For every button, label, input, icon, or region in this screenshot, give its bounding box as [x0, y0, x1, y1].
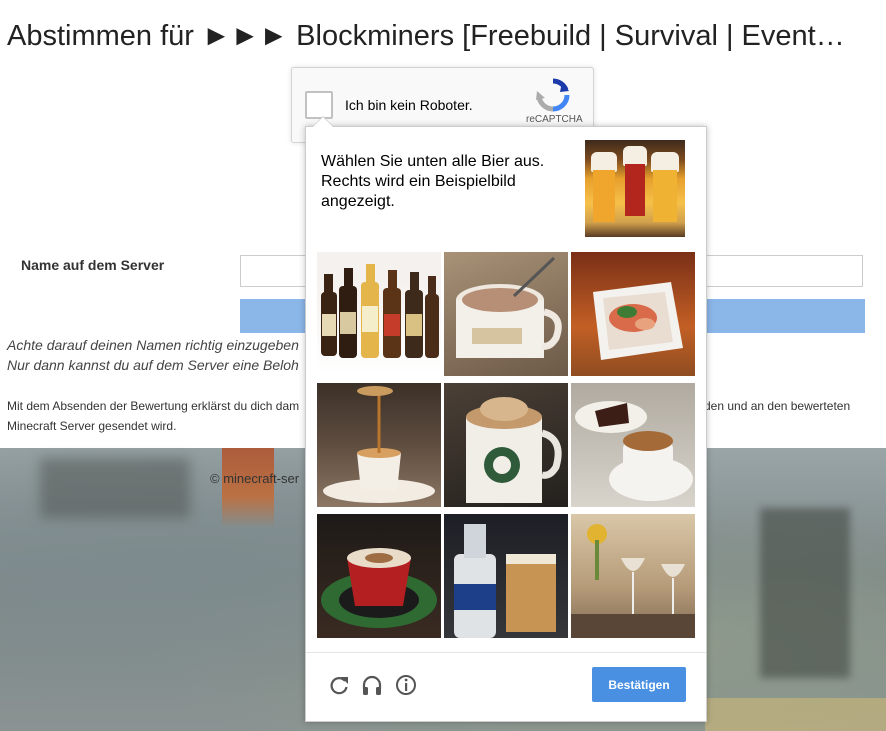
consent-line-1: Mit dem Absenden der Bewertung erklärst … — [7, 399, 300, 413]
page-title: Abstimmen für ►►► Blockminers [Freebuild… — [7, 20, 845, 52]
footer-copyright: © minecraft-ser — [210, 471, 300, 486]
recaptcha-checkbox[interactable] — [305, 91, 333, 119]
grid-tile-beer-bottles[interactable] — [317, 252, 441, 376]
recaptcha-challenge-popup: Wählen Sie unten alle Bier aus. Rechts w… — [305, 116, 707, 722]
headphones-icon[interactable] — [360, 673, 384, 697]
challenge-instruction: Wählen Sie unten alle Bier aus. Rechts w… — [321, 153, 545, 210]
consent-text: Mit dem Absenden der Bewertung erklärst … — [7, 396, 850, 436]
name-hint-line-2: Nur dann kannst du auf dem Server eine B… — [7, 357, 299, 373]
reload-icon[interactable] — [327, 673, 351, 697]
grid-tile-cocoa-mug[interactable] — [444, 252, 568, 376]
recaptcha-brand: reCAPTCHA — [526, 114, 583, 125]
recaptcha-logo-icon — [536, 78, 570, 112]
grid-tile-food-plate[interactable] — [571, 252, 695, 376]
grid-tile-beer-bottle-and-glass[interactable] — [444, 514, 568, 638]
consent-line-2: Minecraft Server gesendet wird. — [7, 419, 177, 433]
name-hint: Achte darauf deinen Namen richtig einzug… — [7, 335, 299, 375]
recaptcha-checkbox-label: Ich bin kein Roboter. — [345, 97, 473, 113]
grid-tile-coffee-and-cake[interactable] — [571, 383, 695, 507]
info-icon[interactable] — [394, 673, 418, 697]
name-hint-line-1: Achte darauf deinen Namen richtig einzug… — [7, 337, 299, 353]
image-grid — [317, 252, 695, 638]
grid-tile-wine-glasses-table[interactable] — [571, 514, 695, 638]
name-label: Name auf dem Server — [21, 257, 165, 273]
verify-button[interactable]: Bestätigen — [592, 667, 686, 702]
consent-line-1-end: den und an den bewerteten — [704, 399, 851, 413]
grid-tile-cappuccino-red-cup[interactable] — [317, 514, 441, 638]
sample-image — [585, 140, 685, 237]
grid-tile-starbucks-mug[interactable] — [444, 383, 568, 507]
grid-tile-coffee-pour[interactable] — [317, 383, 441, 507]
challenge-divider — [306, 652, 706, 653]
